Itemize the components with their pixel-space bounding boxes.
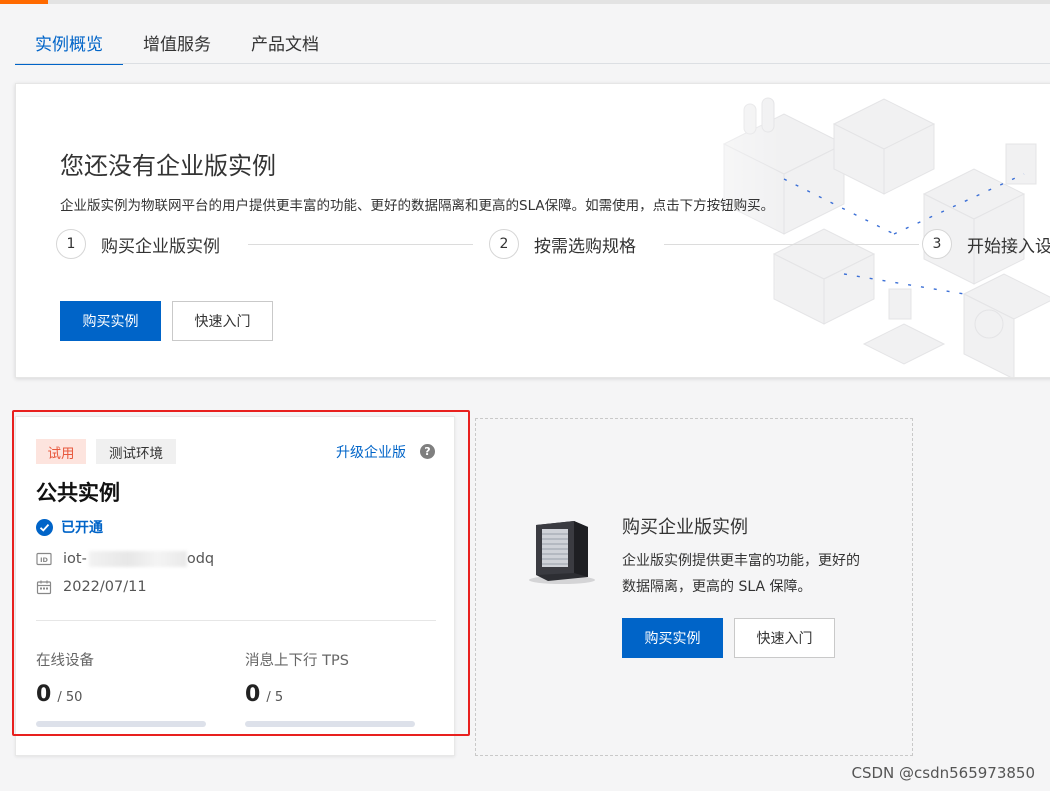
stat-max: / 5 (266, 690, 284, 705)
promo-title: 购买企业版实例 (622, 517, 748, 538)
help-icon[interactable]: ? (420, 444, 435, 459)
server-icon (529, 521, 595, 584)
trial-badge: 试用 (36, 439, 86, 464)
instance-id-suffix: odq (186, 551, 215, 567)
brand-accent (0, 0, 48, 4)
buy-enterprise-card: 购买企业版实例 企业版实例提供更丰富的功能，更好的数据隔离，更高的 SLA 保障… (475, 418, 913, 756)
card-divider (36, 620, 436, 621)
banner-description: 企业版实例为物联网平台的用户提供更丰富的功能、更好的数据隔离和更高的SLA保障。… (60, 198, 775, 214)
created-date: 2022/07/11 (63, 579, 147, 595)
tab-instance-overview[interactable]: 实例概览 (15, 22, 123, 65)
stat-progress-bar (245, 721, 415, 727)
promo-description: 企业版实例提供更丰富的功能，更好的数据隔离，更高的 SLA 保障。 (622, 553, 860, 595)
step-label: 按需选购规格 (534, 236, 636, 257)
calendar-icon (36, 580, 52, 595)
step-number: 1 (56, 229, 86, 259)
tab-divider (15, 63, 1050, 64)
step-connector (664, 244, 919, 245)
instance-id-row: ID iot- odq (36, 551, 214, 567)
banner-title: 您还没有企业版实例 (60, 152, 276, 180)
stat-value: 0 / 5 (245, 682, 415, 707)
environment-badge: 测试环境 (96, 439, 176, 464)
id-card-icon: ID (36, 552, 52, 566)
step-label: 开始接入设 (967, 236, 1050, 257)
stat-max: / 50 (57, 690, 83, 705)
csdn-watermark: CSDN @csdn565973850 (851, 764, 1035, 782)
tab-value-added-services[interactable]: 增值服务 (123, 22, 231, 64)
tab-product-docs[interactable]: 产品文档 (231, 22, 339, 64)
status-label: 已开通 (61, 520, 103, 536)
step-connector (248, 244, 473, 245)
top-strip (0, 0, 1050, 4)
instance-date-row: 2022/07/11 (36, 579, 147, 595)
redacted-id (88, 551, 187, 567)
stat-online-devices: 在线设备 0 / 50 (36, 649, 206, 727)
enterprise-banner: 您还没有企业版实例 企业版实例为物联网平台的用户提供更丰富的功能、更好的数据隔离… (15, 83, 1050, 378)
banner-buy-button[interactable]: 购买实例 (60, 301, 161, 341)
step-label: 购买企业版实例 (101, 236, 220, 257)
step-3: 3 开始接入设 (922, 229, 1050, 259)
promo-quickstart-button[interactable]: 快速入门 (734, 618, 835, 658)
check-circle-icon (36, 518, 53, 536)
onboarding-steps: 1 购买企业版实例 2 按需选购规格 3 开始接入设 (56, 229, 1050, 259)
stat-label: 在线设备 (36, 653, 94, 669)
instance-status: 已开通 (36, 517, 103, 537)
instance-title: 公共实例 (36, 481, 120, 505)
step-number: 3 (922, 229, 952, 259)
step-number: 2 (489, 229, 519, 259)
stat-label: 消息上下行 TPS (245, 653, 349, 669)
stat-value: 0 / 50 (36, 682, 206, 707)
stat-message-tps: 消息上下行 TPS 0 / 5 (245, 649, 415, 727)
stat-current: 0 (36, 682, 52, 707)
public-instance-card[interactable]: 试用 测试环境 升级企业版 ? 公共实例 已开通 ID iot- odq 202… (15, 416, 455, 756)
step-2: 2 按需选购规格 (489, 229, 636, 259)
tab-bar: 实例概览 增值服务 产品文档 (15, 22, 339, 65)
stat-current: 0 (245, 682, 261, 707)
step-1: 1 购买企业版实例 (56, 229, 220, 259)
promo-buy-button[interactable]: 购买实例 (622, 618, 723, 658)
banner-quickstart-button[interactable]: 快速入门 (172, 301, 273, 341)
instance-id-prefix: iot- (63, 551, 87, 567)
upgrade-enterprise-link[interactable]: 升级企业版 (336, 442, 406, 462)
svg-text:ID: ID (40, 556, 48, 564)
stat-progress-bar (36, 721, 206, 727)
